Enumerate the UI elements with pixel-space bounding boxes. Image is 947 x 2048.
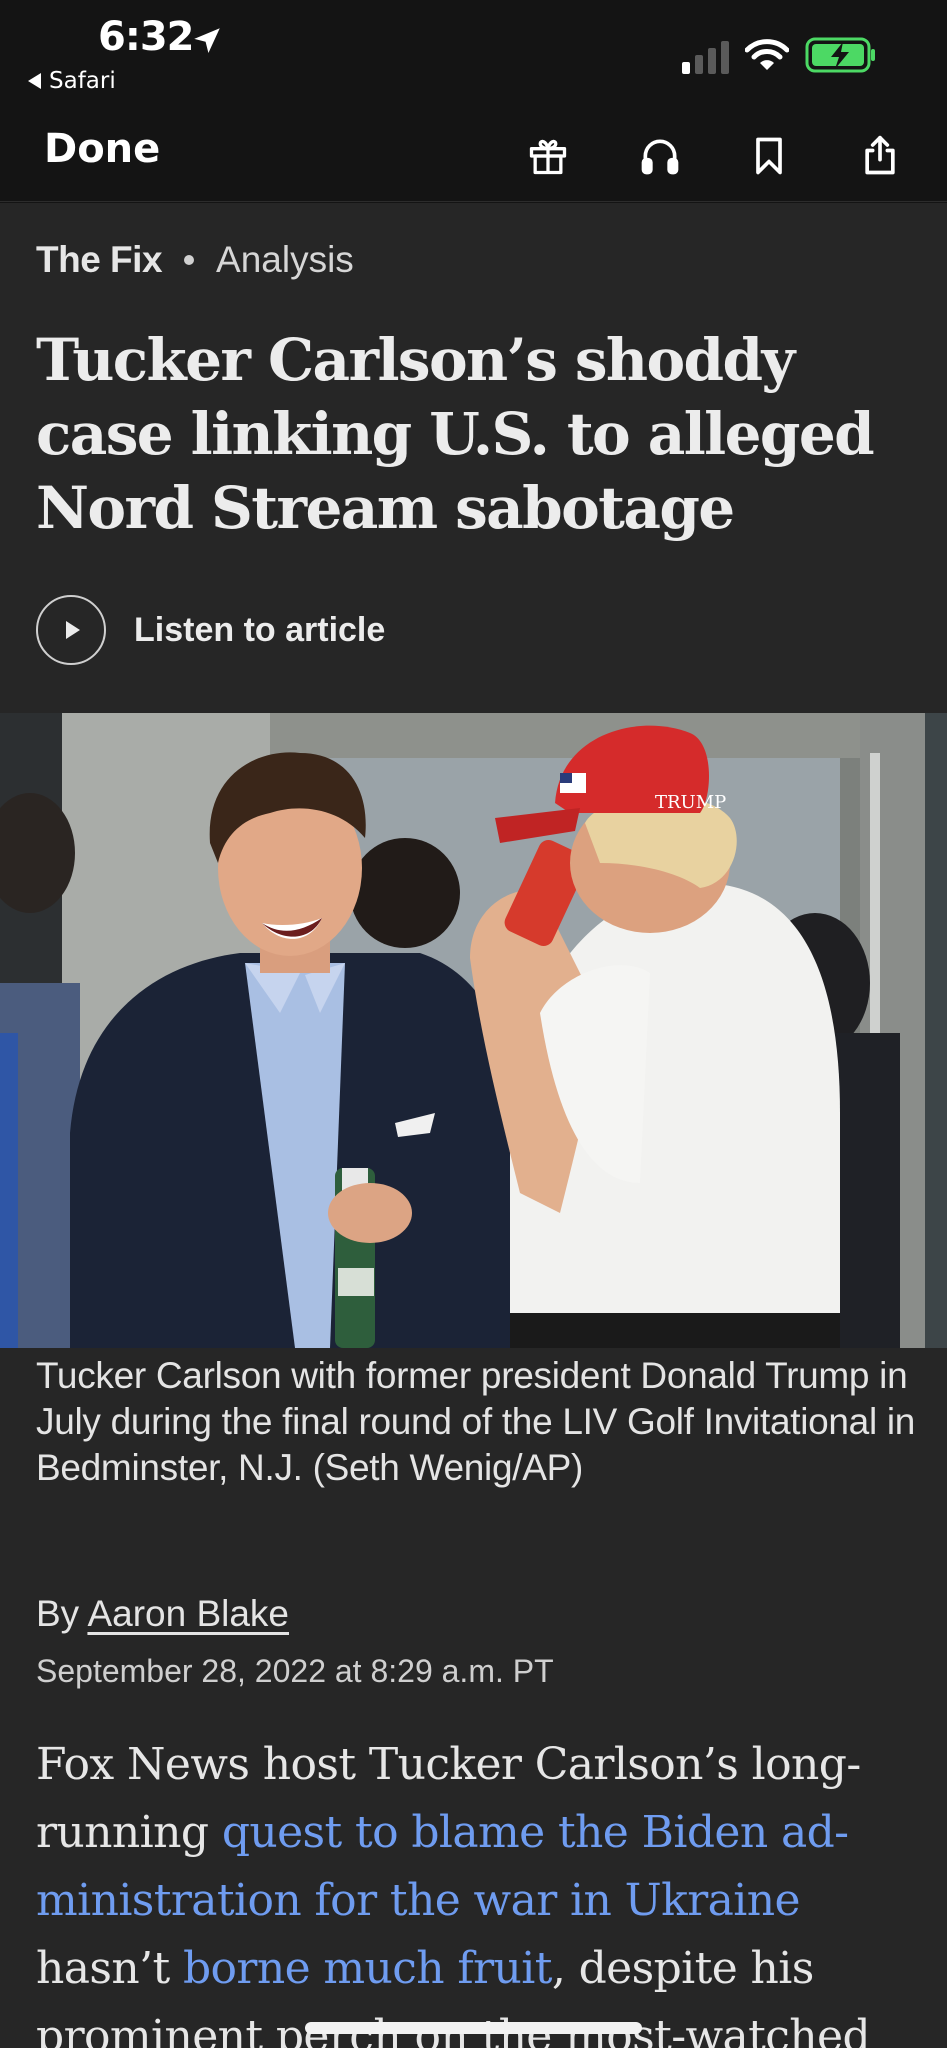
play-icon: [36, 595, 106, 665]
link-borne-much-fruit[interactable]: borne much fruit: [183, 1943, 552, 1994]
listen-button[interactable]: [632, 128, 688, 184]
wifi-icon: [745, 39, 789, 70]
gift-button[interactable]: [520, 128, 576, 184]
headphones-icon: [641, 139, 679, 175]
back-app-label: Safari: [49, 68, 116, 94]
kicker-separator: [184, 255, 195, 265]
article-kicker: The Fix Analysis: [36, 239, 354, 281]
article: The Fix Analysis Tucker Carlson’s shoddy…: [0, 203, 947, 2048]
location-arrow-icon: [194, 28, 220, 54]
share-icon: [865, 135, 895, 175]
body-text-2: hasn’t: [36, 1943, 183, 1994]
home-indicator[interactable]: [305, 2022, 642, 2034]
done-button[interactable]: Done: [44, 126, 160, 172]
lead-photo[interactable]: TRUMP: [0, 713, 947, 1348]
cellular-signal-icon: [682, 41, 729, 74]
listen-label: Listen to article: [134, 610, 386, 649]
back-to-safari-link[interactable]: Safari: [28, 68, 116, 94]
section-link[interactable]: The Fix: [36, 239, 163, 281]
back-triangle-icon: [28, 73, 41, 89]
analysis-label: Analysis: [216, 239, 354, 280]
article-headline: Tucker Carlson’s shoddy case linking U.S…: [36, 326, 875, 542]
hat-text: TRUMP: [655, 792, 726, 813]
article-body: Fox News host Tucker Carlson’s long-runn…: [36, 1731, 926, 2048]
share-button[interactable]: [852, 128, 908, 184]
listen-to-article-button[interactable]: Listen to article: [36, 595, 385, 665]
byline: By Aaron Blake: [36, 1593, 289, 1635]
publish-date: September 28, 2022 at 8:29 a.m. PT: [36, 1653, 554, 1689]
battery-charging-icon: [805, 37, 875, 73]
gift-icon: [529, 139, 567, 175]
bookmark-icon: [756, 137, 782, 175]
author-link[interactable]: Aaron Blake: [87, 1593, 289, 1634]
lead-photo-image: TRUMP: [0, 713, 947, 1348]
article-toolbar: Done: [0, 110, 947, 202]
byline-prefix: By: [36, 1593, 80, 1634]
bookmark-button[interactable]: [741, 128, 797, 184]
status-bar: 6:32 Safari: [0, 0, 947, 110]
status-time: 6:32: [98, 14, 194, 60]
photo-caption: Tucker Carlson with former president Don…: [36, 1355, 916, 1488]
